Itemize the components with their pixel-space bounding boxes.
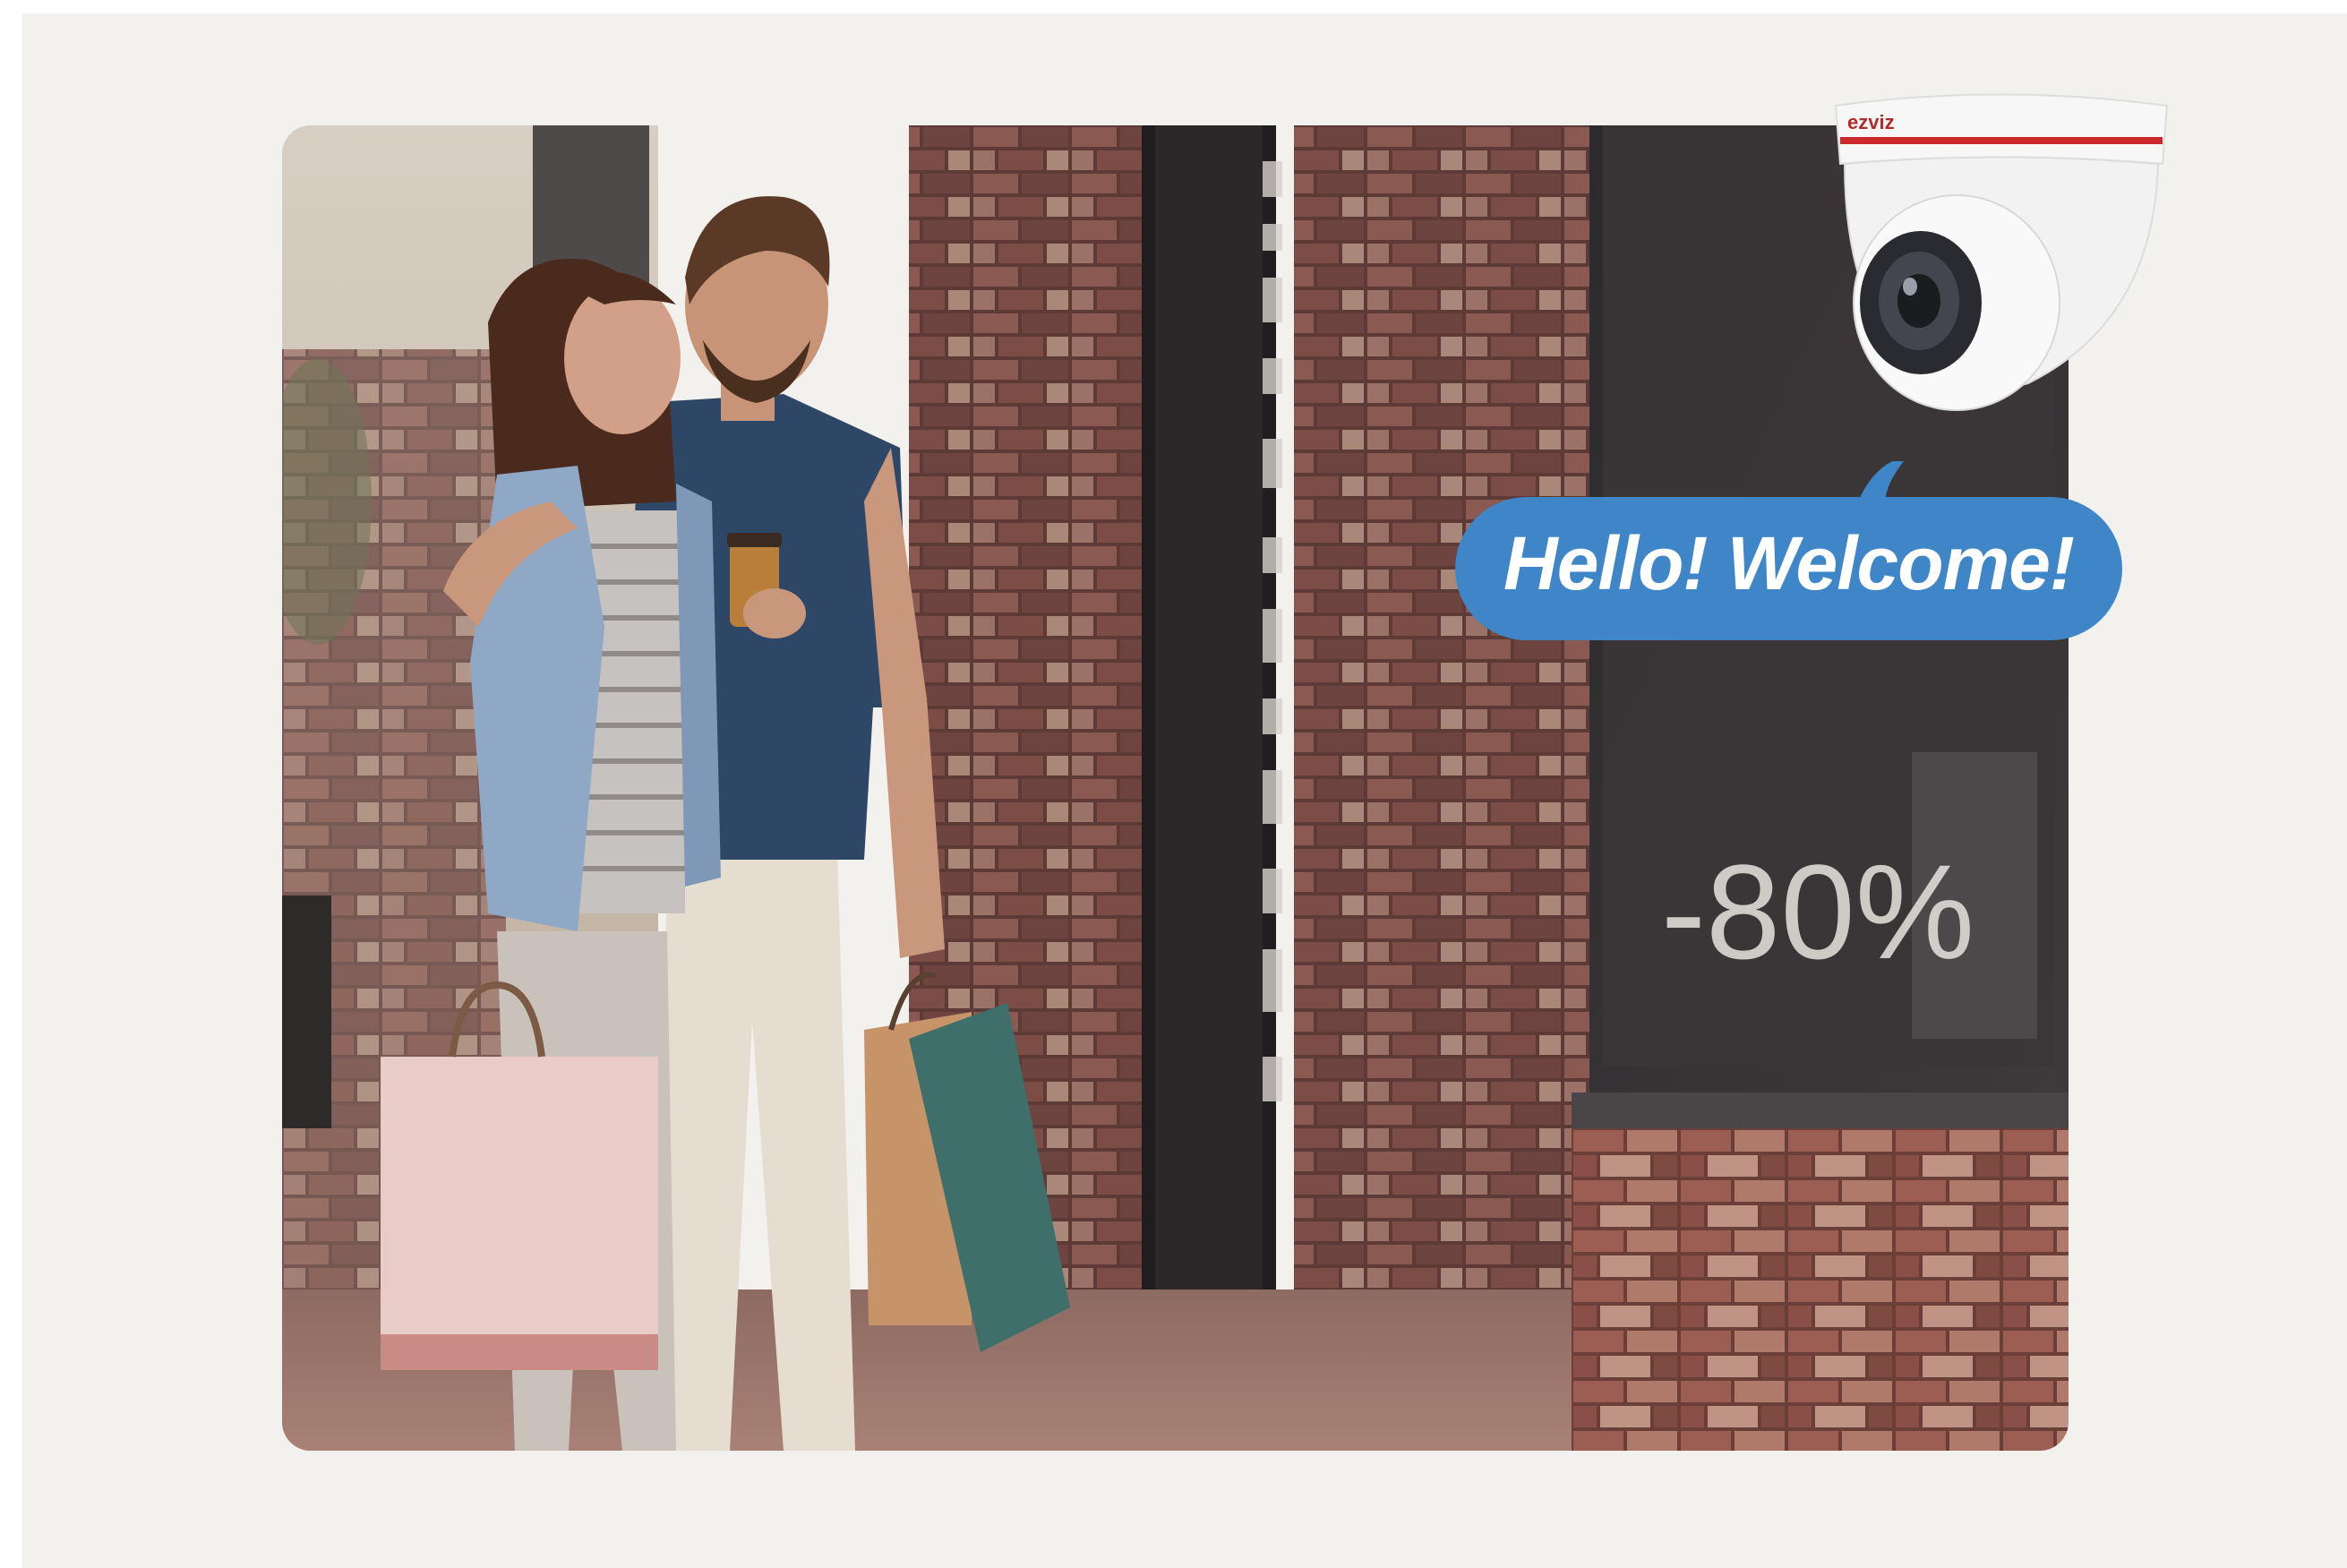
storefront-photo: -80%	[282, 125, 2069, 1451]
security-camera	[1822, 88, 2176, 437]
camera-brand-label: ezviz	[1847, 111, 1895, 133]
window-sign: -80%	[1661, 836, 1974, 987]
speech-bubble: Hello! Welcome!	[1455, 461, 2122, 640]
speech-bubble-text: Hello! Welcome!	[1503, 521, 2075, 605]
